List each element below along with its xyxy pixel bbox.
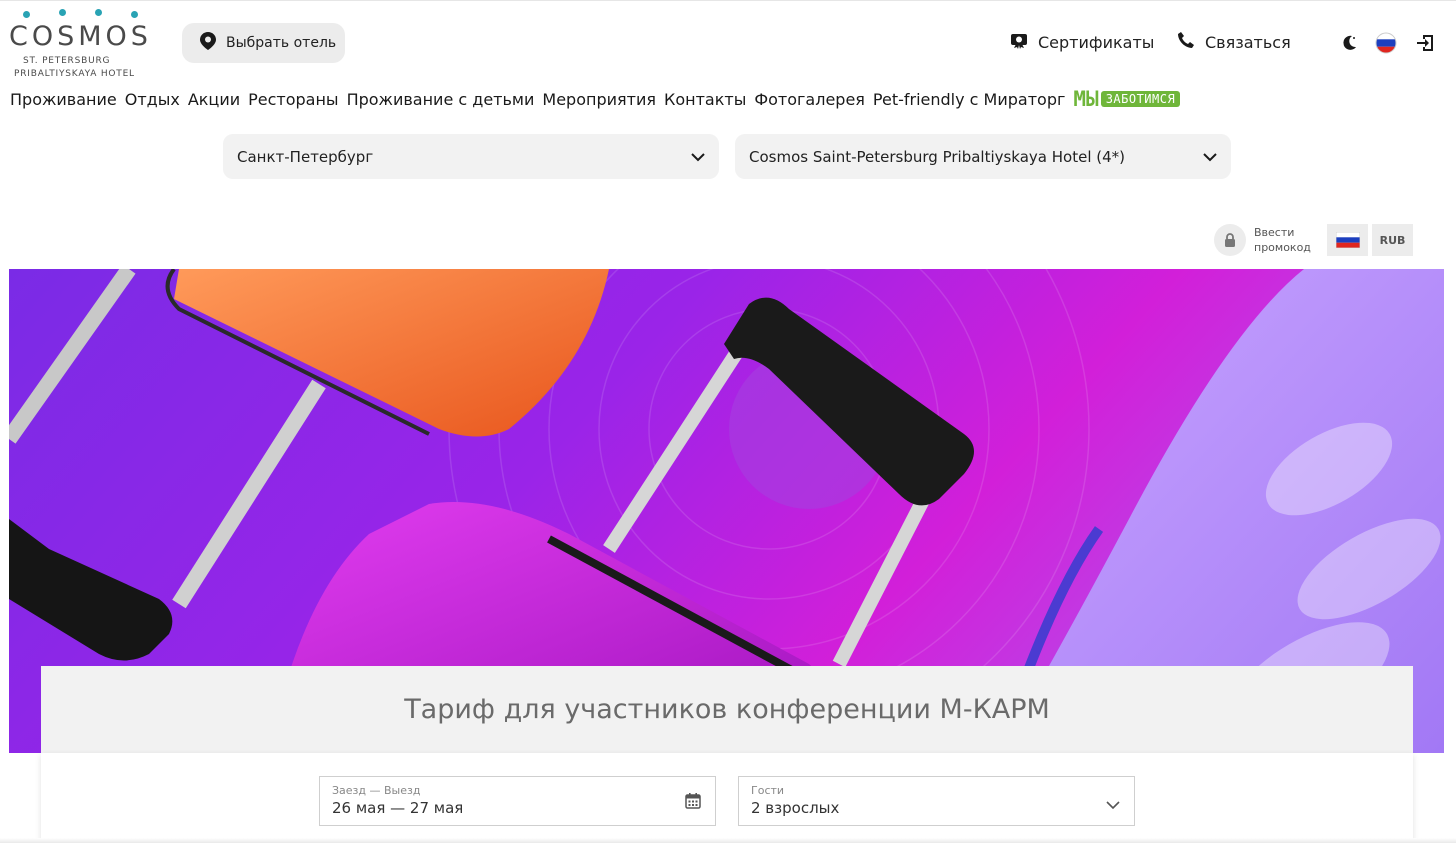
guests-field-label: Гости (751, 784, 785, 797)
nav-item-restaurants[interactable]: Рестораны (248, 90, 338, 109)
russia-flag-icon (1335, 232, 1360, 248)
nav-item-events[interactable]: Мероприятия (542, 90, 656, 109)
city-select-value: Санкт-Петербург (237, 147, 374, 166)
russia-flag-icon[interactable] (1375, 32, 1397, 54)
logo-city: ST. PETERSBURG (23, 56, 111, 66)
location-pin-icon (200, 32, 216, 54)
dates-field[interactable]: Заезд — Выезд 26 мая — 27 мая (319, 776, 716, 826)
nav-item-contacts[interactable]: Контакты (664, 90, 746, 109)
certificates-label: Сертификаты (1038, 32, 1155, 52)
moon-icon[interactable] (1338, 32, 1360, 54)
logo-dots (21, 9, 138, 19)
nav-item-rest[interactable]: Отдых (125, 90, 180, 109)
guests-field[interactable]: Гости 2 взрослых (738, 776, 1135, 826)
choose-hotel-label: Выбрать отель (226, 35, 337, 51)
main-nav: Проживание Отдых Акции Рестораны Прожива… (10, 86, 1181, 112)
phone-icon (1177, 31, 1195, 53)
contact-link[interactable]: Связаться (1177, 31, 1291, 53)
calendar-icon (685, 792, 701, 813)
guests-field-value: 2 взрослых (751, 799, 840, 817)
contact-label: Связаться (1205, 32, 1291, 52)
hotel-select[interactable]: Cosmos Saint-Petersburg Pribaltiyskaya H… (735, 134, 1231, 179)
nav-item-pet-friendly[interactable]: Pet-friendly с Мираторг (873, 90, 1065, 109)
chevron-down-icon (691, 148, 705, 166)
we-care-word: МЫ (1073, 87, 1099, 111)
nav-item-we-care[interactable]: МЫ ЗАБОТИМСЯ (1073, 87, 1181, 111)
top-border (0, 0, 1456, 1)
logo-hotel-name: PRIBALTIYSKAYA HOTEL (14, 69, 135, 79)
nav-item-family[interactable]: Проживание с детьми (347, 90, 535, 109)
hotel-logo[interactable]: COSMOS ST. PETERSBURG PRIBALTIYSKAYA HOT… (9, 9, 159, 83)
nav-item-offers[interactable]: Акции (188, 90, 240, 109)
promo-code-label: Ввести промокод (1254, 226, 1311, 254)
gift-certificate-icon (1010, 31, 1028, 53)
login-icon[interactable] (1414, 32, 1436, 54)
tariff-title-card: Тариф для участников конференции М-КАРМ (41, 666, 1413, 753)
logo-wordmark: COSMOS (9, 21, 152, 52)
certificates-link[interactable]: Сертификаты (1010, 31, 1154, 53)
currency-button[interactable]: RUB (1372, 224, 1413, 256)
dates-field-label: Заезд — Выезд (332, 784, 421, 797)
lock-icon (1214, 224, 1246, 256)
dates-field-value: 26 мая — 27 мая (332, 799, 464, 817)
city-select[interactable]: Санкт-Петербург (223, 134, 719, 179)
booking-panel (41, 753, 1413, 843)
hotel-select-value: Cosmos Saint-Petersburg Pribaltiyskaya H… (749, 147, 1126, 166)
language-button[interactable] (1327, 224, 1368, 256)
chevron-down-icon (1106, 795, 1120, 814)
we-care-tag: ЗАБОТИМСЯ (1100, 91, 1181, 107)
chevron-down-icon (1203, 148, 1217, 166)
promo-code-button[interactable]: Ввести промокод (1214, 224, 1311, 256)
nav-item-gallery[interactable]: Фотогалерея (754, 90, 865, 109)
nav-item-accommodation[interactable]: Проживание (10, 90, 117, 109)
page-bottom-fade (0, 838, 1456, 843)
tariff-title: Тариф для участников конференции М-КАРМ (404, 694, 1050, 725)
choose-hotel-button[interactable]: Выбрать отель (182, 23, 345, 63)
